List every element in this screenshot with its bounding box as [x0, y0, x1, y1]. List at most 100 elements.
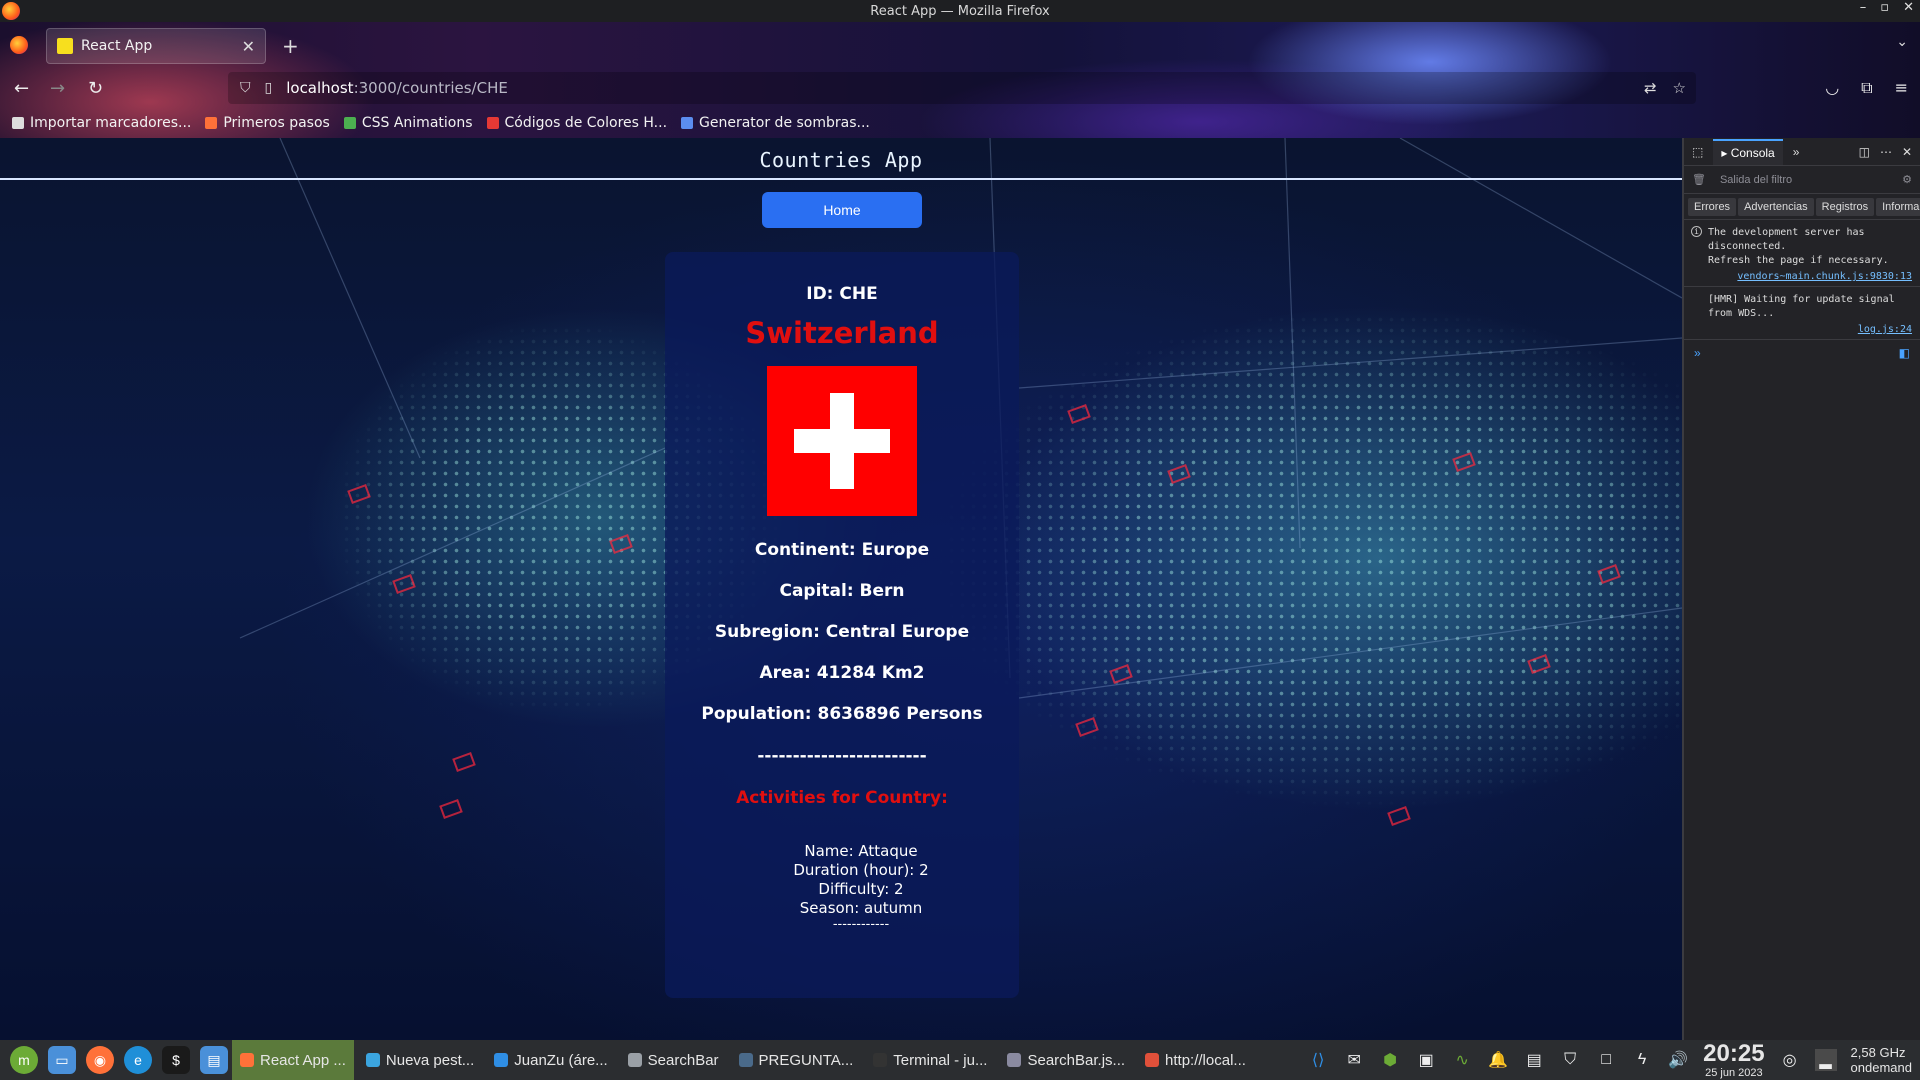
console-filter-input[interactable]: Salida del filtro: [1720, 174, 1792, 186]
filter-info-button[interactable]: Informa: [1876, 197, 1920, 216]
element-picker-icon[interactable]: ⬚: [1692, 145, 1703, 159]
reload-icon[interactable]: ↻: [88, 78, 103, 99]
close-tab-icon[interactable]: ✕: [242, 37, 255, 56]
bookmark-item[interactable]: Generator de sombras...: [681, 115, 870, 131]
console-message: i The development server has disconnecte…: [1684, 220, 1920, 287]
cpu-frequency-widget[interactable]: 2,58 GHz ondemand: [1851, 1045, 1912, 1075]
clock[interactable]: 20:25 25 jun 2023: [1703, 1041, 1764, 1079]
workspace-icon[interactable]: □: [1595, 1049, 1617, 1071]
mint-menu-icon[interactable]: m: [10, 1046, 38, 1074]
mail-icon[interactable]: ✉: [1343, 1049, 1365, 1071]
activity-separator: ------------: [832, 917, 890, 932]
system-monitor-icon[interactable]: ∿: [1451, 1049, 1473, 1071]
bookmark-item[interactable]: Importar marcadores...: [12, 115, 191, 131]
bookmark-star-icon[interactable]: ☆: [1673, 79, 1686, 97]
forward-arrow-icon[interactable]: →: [50, 78, 65, 99]
cpu-frequency: 2,58 GHz: [1850, 1045, 1906, 1060]
taskbar-task[interactable]: SearchBar.js...: [999, 1040, 1133, 1080]
taskbar-task[interactable]: PREGUNTA...: [731, 1040, 862, 1080]
filter-logs-button[interactable]: Registros: [1815, 197, 1875, 216]
url-bar[interactable]: ⛉ ▯ localhost :3000/countries/CHE ⇄ ☆: [228, 72, 1696, 104]
show-desktop-icon[interactable]: ▭: [48, 1046, 76, 1074]
close-window-button[interactable]: ✕: [1903, 0, 1914, 15]
tracking-shield-icon[interactable]: ⛉: [240, 80, 251, 96]
volume-icon[interactable]: 🔊: [1667, 1049, 1689, 1071]
country-area: Area: 41284 Km2: [759, 663, 925, 683]
country-flag-image: [767, 366, 917, 516]
page-info-icon[interactable]: ▯: [265, 80, 273, 96]
activity-duration: Duration (hour): 2: [793, 861, 929, 879]
activity-season: Season: autumn: [799, 899, 923, 917]
firefox-view-icon[interactable]: [10, 36, 28, 54]
react-app-favicon-icon: [57, 38, 73, 54]
terminal-launcher-icon[interactable]: $: [162, 1046, 190, 1074]
console-input[interactable]: » ◧: [1684, 340, 1920, 366]
navigation-bar: ← → ↻ ⛉ ▯ localhost :3000/countries/CHE …: [0, 68, 1920, 108]
system-tray: ⟨⟩ ✉ ⬢ ▣ ∿ 🔔 ▤ ⛉ □ ϟ 🔊 20:25 25 jun 2023…: [1307, 1041, 1920, 1079]
back-arrow-icon[interactable]: ←: [14, 78, 29, 99]
app-title: Countries App: [759, 148, 923, 172]
minimize-button[interactable]: –: [1860, 0, 1867, 15]
clipboard-icon[interactable]: ▤: [1523, 1049, 1545, 1071]
taskbar-task[interactable]: Nueva pest...: [358, 1040, 482, 1080]
info-icon: i: [1691, 226, 1702, 237]
taskbar-task[interactable]: http://local...: [1137, 1040, 1254, 1080]
network-icon[interactable]: ⬢: [1379, 1049, 1401, 1071]
activity-item: Name: Attaque Duration (hour): 2 Difficu…: [665, 842, 1019, 931]
notifications-bell-icon[interactable]: 🔔: [1487, 1049, 1509, 1071]
updates-icon[interactable]: ▣: [1415, 1049, 1437, 1071]
filter-warnings-button[interactable]: Advertencias: [1738, 197, 1814, 216]
shadow-generator-icon: [681, 117, 694, 129]
taskbar-task[interactable]: Terminal - ju...: [865, 1040, 995, 1080]
console-settings-gear-icon[interactable]: ⚙: [1902, 173, 1920, 186]
firefox-icon: [240, 1053, 254, 1067]
extensions-icon[interactable]: ⧉: [1861, 78, 1872, 98]
color-codes-icon: [486, 117, 499, 129]
activities-heading: Activities for Country:: [736, 788, 948, 808]
filter-errors-button[interactable]: Errores: [1688, 197, 1737, 216]
bookmark-item[interactable]: Códigos de Colores H...: [486, 115, 667, 131]
console-prompt-chevron-icon: »: [1694, 346, 1701, 360]
shield-icon[interactable]: ⛉: [1559, 1049, 1581, 1071]
home-button[interactable]: Home: [762, 192, 922, 228]
system-taskbar: m ▭ ◉ e $ ▤ React App ... Nueva pest... …: [0, 1040, 1920, 1080]
folder-icon: [627, 1053, 642, 1067]
flag-cross-horizontal: [794, 429, 890, 453]
browser-chrome: React App ✕ + ⌄ ← → ↻ ⛉ ▯ localhost :300…: [0, 22, 1920, 138]
firefox-bookmark-icon: [205, 117, 218, 129]
taskbar-task[interactable]: SearchBar: [620, 1040, 727, 1080]
console-message: [HMR] Waiting for update signal from WDS…: [1684, 287, 1920, 340]
files-launcher-icon[interactable]: ▤: [200, 1046, 228, 1074]
devtools-options-icon[interactable]: ⋯: [1880, 145, 1892, 159]
console-message-source-link[interactable]: vendors~main.chunk.js:9830:13: [1708, 270, 1912, 284]
list-all-tabs-chevron-icon[interactable]: ⌄: [1896, 34, 1908, 50]
maximize-button[interactable]: ▫: [1880, 0, 1889, 15]
clock-date: 25 jun 2023: [1705, 1066, 1763, 1079]
cpu-governor: ondemand: [1850, 1060, 1912, 1075]
tab-console[interactable]: ▸ Consola: [1713, 138, 1783, 165]
edge-dev-launcher-icon[interactable]: e: [124, 1046, 152, 1074]
bookmark-item[interactable]: CSS Animations: [343, 115, 473, 131]
power-icon[interactable]: ϟ: [1631, 1049, 1653, 1071]
taskbar-task[interactable]: React App ...: [232, 1040, 354, 1080]
console-message-text: The development server has disconnected.…: [1708, 227, 1889, 266]
trash-icon[interactable]: 🗑: [1692, 173, 1706, 186]
dock-side-icon[interactable]: ◫: [1859, 145, 1870, 159]
devtools-panel: ⬚ ▸ Consola » ◫ ⋯ ✕ 🗑 Salida del filtro …: [1682, 138, 1920, 1040]
console-filter-bar: 🗑 Salida del filtro ⚙: [1684, 166, 1920, 194]
console-message-source-link[interactable]: log.js:24: [1708, 323, 1912, 337]
pocket-icon[interactable]: ◡: [1825, 78, 1839, 98]
vscode-tray-icon[interactable]: ⟨⟩: [1307, 1049, 1329, 1071]
translate-icon[interactable]: ⇄: [1644, 79, 1657, 97]
taskbar-task[interactable]: JuanZu (áre...: [486, 1040, 615, 1080]
bookmark-item[interactable]: Primeros pasos: [205, 115, 330, 131]
steam-icon[interactable]: ◎: [1779, 1049, 1801, 1071]
title-divider: [0, 178, 1682, 180]
hamburger-menu-icon[interactable]: ≡: [1895, 78, 1908, 98]
more-tools-chevron-icon[interactable]: »: [1793, 145, 1800, 159]
new-tab-button[interactable]: +: [282, 34, 299, 58]
tab-react-app[interactable]: React App ✕: [46, 28, 266, 64]
close-devtools-icon[interactable]: ✕: [1902, 145, 1912, 159]
firefox-launcher-icon[interactable]: ◉: [86, 1046, 114, 1074]
editor-mode-icon[interactable]: ◧: [1899, 346, 1910, 360]
